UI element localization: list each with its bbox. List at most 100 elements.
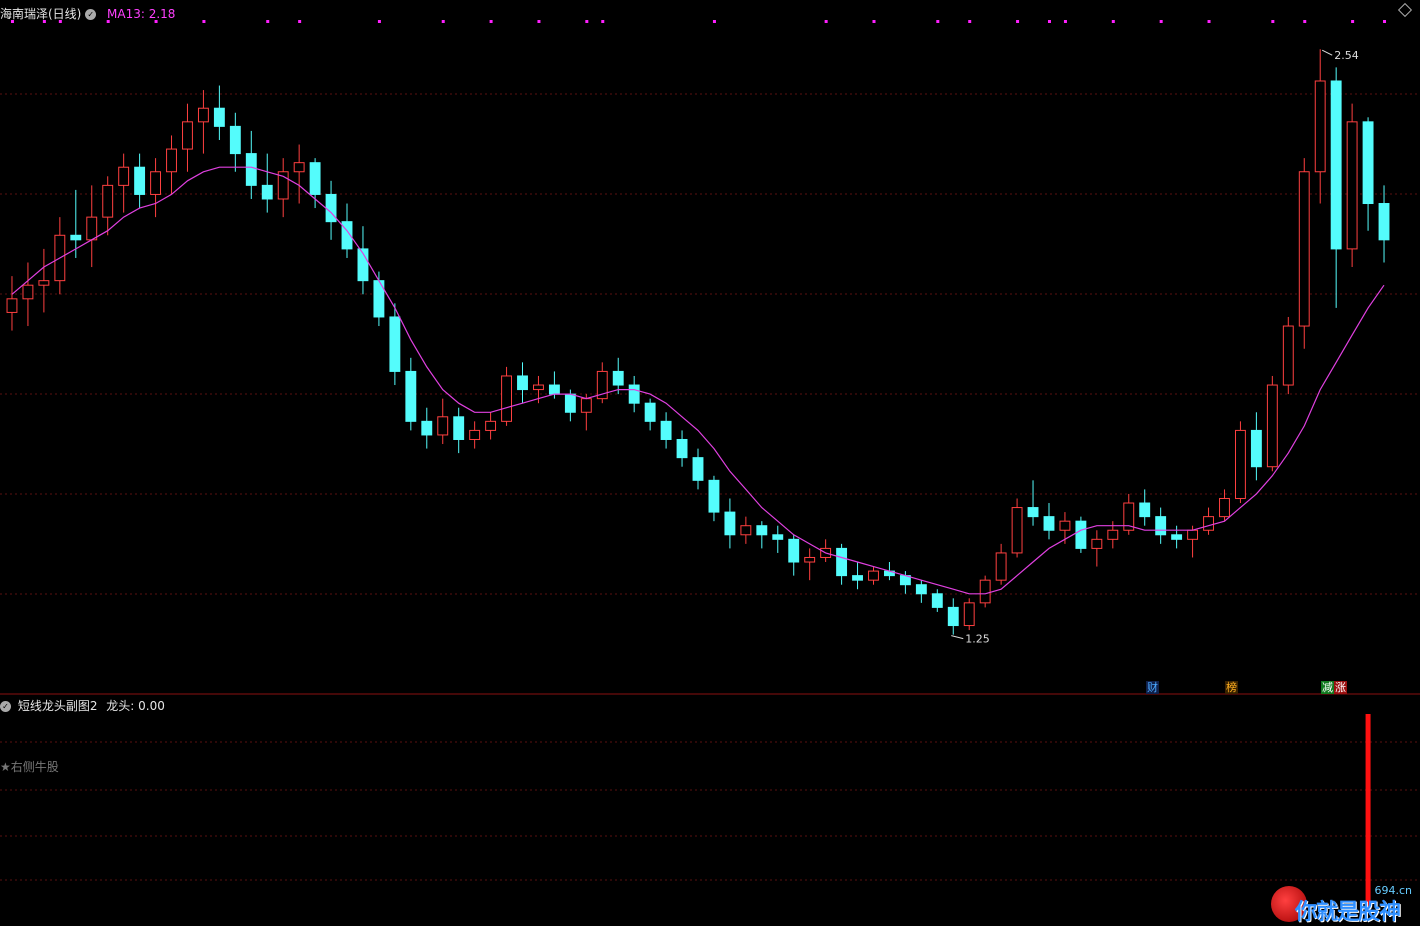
candle-body <box>1091 538 1103 549</box>
candle-body <box>1314 80 1326 173</box>
max-price-label: 2.54 <box>1334 49 1359 62</box>
candle-body <box>1346 121 1358 250</box>
signal-dot <box>601 20 605 23</box>
indicator-name[interactable]: 短线龙头副图2 <box>18 699 98 713</box>
signal-dot <box>1063 20 1067 23</box>
candle-body <box>1059 520 1071 531</box>
watermark-logo: 你就是股神 694.cn <box>1271 884 1416 925</box>
candle-body <box>86 216 98 241</box>
subchart-header: ✓ 短线龙头副图2 龙头: 0.00 <box>0 697 165 714</box>
candle-body <box>979 579 991 604</box>
candle-body <box>1266 384 1278 468</box>
min-price-label: 1.25 <box>965 633 990 646</box>
candle-body <box>1171 534 1183 540</box>
indicator-value: 龙头: 0.00 <box>106 699 165 713</box>
signal-dot <box>1351 20 1355 23</box>
candle-body <box>1027 507 1039 518</box>
candle-body <box>804 556 816 563</box>
candle-body <box>1203 516 1214 531</box>
right-side-bull-label: ★右侧牛股 <box>0 760 59 774</box>
candle-body <box>1362 121 1374 205</box>
min-pointer <box>951 635 964 640</box>
candle-body <box>963 602 975 627</box>
candle-body <box>740 525 752 536</box>
candle-body <box>1282 325 1294 386</box>
candle-body <box>38 280 50 286</box>
candle-body <box>995 552 1007 581</box>
candle-body <box>772 534 784 540</box>
signal-dot <box>1271 20 1275 23</box>
candle-body <box>533 384 544 391</box>
candle-body <box>1187 529 1199 540</box>
candle-body <box>213 107 225 127</box>
candle-body <box>453 416 465 440</box>
candle-body <box>692 457 704 481</box>
signal-dot <box>968 20 972 23</box>
candle-body <box>1155 516 1167 536</box>
rise-tag[interactable]: 涨 <box>1334 681 1347 694</box>
candle-body <box>118 166 130 186</box>
candle-body <box>70 234 82 241</box>
candle-body <box>134 166 146 195</box>
signal-dots-row <box>10 20 1387 23</box>
candle-body <box>708 479 720 513</box>
candle-body <box>501 375 512 422</box>
candle-body <box>1219 497 1230 518</box>
signal-dot <box>585 20 589 23</box>
signal-dot <box>266 20 270 23</box>
candle-body <box>405 370 417 422</box>
candle-body <box>166 148 177 173</box>
candle-body <box>102 184 114 218</box>
indicator-toggle-icon[interactable]: ✓ <box>85 9 97 20</box>
extreme-labels: 2.54 1.25 <box>951 49 1359 646</box>
candle-body <box>628 384 640 404</box>
signal-dot <box>1111 20 1115 23</box>
candle-body <box>1234 429 1246 499</box>
candle-body <box>1139 502 1151 518</box>
candlestick-series <box>6 49 1390 635</box>
candle-body <box>389 316 401 372</box>
candle-body <box>852 575 863 581</box>
candle-body <box>947 606 959 627</box>
ma-value-label: MA13: 2.18 <box>107 7 176 21</box>
candle-body <box>612 370 624 386</box>
dragon-head-bars <box>1365 714 1371 910</box>
signal-dot <box>1303 20 1307 23</box>
candle-body <box>1011 507 1023 554</box>
candle-body <box>756 525 768 536</box>
candle-body <box>245 153 257 186</box>
candle-body <box>548 384 560 395</box>
price-chart-canvas[interactable]: 2.54 1.25 <box>0 0 1420 926</box>
ma13-line <box>11 166 1385 595</box>
signal-dot <box>1047 20 1051 23</box>
candle-body <box>1378 203 1390 241</box>
candle-body <box>325 193 337 223</box>
candle-body <box>197 107 209 123</box>
candle-body <box>580 398 592 413</box>
candle-body <box>229 125 241 155</box>
logo-site: 694.cn <box>1374 884 1412 897</box>
candle-body <box>1298 171 1310 327</box>
logo-slogan: 你就是股神 <box>1295 900 1401 925</box>
signal-dot <box>441 20 445 23</box>
candle-body <box>1107 529 1119 540</box>
candle-body <box>660 420 672 440</box>
subchart-toggle-icon[interactable]: ✓ <box>0 701 11 712</box>
candle-body <box>788 538 800 563</box>
candle-body <box>644 402 656 422</box>
signal-dot <box>537 20 541 23</box>
reduce-tag[interactable]: 减 <box>1321 681 1334 694</box>
billboard-tag[interactable]: 榜 <box>1225 681 1238 694</box>
signal-dot <box>298 20 302 23</box>
signal-dot <box>712 20 716 23</box>
candle-body <box>915 584 927 595</box>
candle-body <box>261 184 273 200</box>
candle-body <box>724 511 736 536</box>
candle-body <box>309 162 321 195</box>
candle-body <box>836 547 848 577</box>
candle-body <box>293 162 305 173</box>
finance-tag[interactable]: 财 <box>1146 681 1159 694</box>
main-chart-header: 海南瑞泽(日线) ✓ MA13: 2.18 <box>0 5 175 22</box>
candle-body <box>1043 516 1055 531</box>
stock-title[interactable]: 海南瑞泽(日线) <box>0 7 81 21</box>
